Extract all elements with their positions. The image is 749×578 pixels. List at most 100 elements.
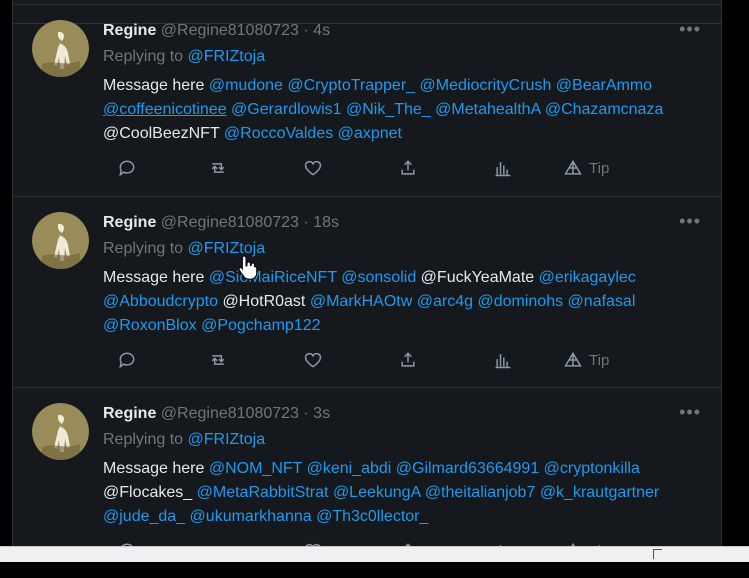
- replying-to-line: Replying to @FRIZtoja: [103, 431, 265, 449]
- mention-link[interactable]: @theitalianjob7: [425, 484, 536, 501]
- replying-to-line: Replying to @FRIZtoja: [103, 48, 265, 66]
- tweet-text: Message here @SioMaiRiceNFT @sonsolid @F…: [103, 266, 711, 338]
- user-handle[interactable]: @Regine81080723: [161, 214, 299, 231]
- replying-label: Replying to: [103, 431, 184, 448]
- mention-link[interactable]: @Gerardlowis1: [231, 101, 342, 118]
- mention-link[interactable]: @jude_da_: [103, 508, 185, 525]
- replying-label: Replying to: [103, 48, 184, 65]
- mention-link[interactable]: @CoolBeezNFT: [103, 125, 219, 142]
- timeline-feed: Regine @Regine81080723 · 4s ••• Replying…: [12, 0, 722, 560]
- action-bar: Tip: [103, 349, 663, 373]
- tip-icon: [564, 159, 582, 175]
- separator-dot: ·: [303, 214, 309, 231]
- share-icon: [401, 160, 415, 175]
- retweet-button[interactable]: [208, 349, 228, 371]
- mention-link[interactable]: @dominohs: [477, 293, 563, 310]
- mention-link[interactable]: @MarkHAOtw: [310, 293, 412, 310]
- tweet[interactable]: Regine @Regine81080723 · 18s ••• Replyin…: [13, 196, 721, 387]
- more-icon[interactable]: •••: [679, 19, 701, 40]
- share-button[interactable]: [398, 349, 418, 371]
- action-bar: Tip: [103, 157, 663, 181]
- tip-icon: [564, 351, 582, 367]
- mention-link[interactable]: @sonsolid: [341, 269, 416, 286]
- mention-link[interactable]: @HotR0ast: [222, 293, 305, 310]
- share-icon: [401, 352, 415, 367]
- mention-link[interactable]: @Chazamcnaza: [545, 101, 664, 118]
- reply-button[interactable]: [117, 349, 137, 371]
- hand-cursor-icon: [238, 255, 258, 280]
- mention-link[interactable]: @LeekungA: [333, 484, 420, 501]
- mention-link[interactable]: @RoccoValdes: [224, 125, 333, 142]
- mention-link[interactable]: @MetahealthA: [435, 101, 540, 118]
- resize-mark: [653, 549, 662, 559]
- avatar[interactable]: [32, 212, 89, 269]
- more-icon[interactable]: •••: [679, 211, 701, 232]
- mention-link[interactable]: @keni_abdi: [307, 460, 392, 477]
- display-name[interactable]: Regine: [103, 405, 156, 422]
- tweet-text: Message here @NOM_NFT @keni_abdi @Gilmar…: [103, 457, 711, 529]
- tip-label: Tip: [589, 351, 610, 369]
- display-name[interactable]: Regine: [103, 22, 156, 39]
- mention-link[interactable]: @FuckYeaMate: [421, 269, 534, 286]
- mention-link[interactable]: @cryptonkilla: [544, 460, 640, 477]
- like-button[interactable]: [303, 157, 323, 179]
- analytics-button[interactable]: [493, 157, 513, 179]
- mention-link[interactable]: @k_krautgartner: [540, 484, 659, 501]
- mention-link[interactable]: @MetaRabbitStrat: [197, 484, 329, 501]
- reply-icon: [119, 352, 135, 369]
- analytics-icon: [495, 162, 511, 177]
- replying-to-link[interactable]: @FRIZtoja: [188, 48, 266, 65]
- mention-link[interactable]: @SioMaiRiceNFT: [209, 269, 337, 286]
- tip-button[interactable]: Tip: [563, 157, 609, 179]
- display-name[interactable]: Regine: [103, 214, 156, 231]
- timestamp[interactable]: 4s: [313, 22, 330, 39]
- message-text: Message here: [103, 269, 205, 286]
- window-bottom-edge: [0, 546, 749, 562]
- mention-link[interactable]: @coffeenicotinee: [103, 101, 227, 118]
- more-icon[interactable]: •••: [679, 402, 701, 423]
- user-handle[interactable]: @Regine81080723: [161, 22, 299, 39]
- mention-link[interactable]: @arc4g: [417, 293, 473, 310]
- like-button[interactable]: [303, 349, 323, 371]
- mention-link[interactable]: @ukumarkhanna: [190, 508, 312, 525]
- tip-button[interactable]: Tip: [563, 349, 609, 371]
- mention-link[interactable]: @Pogchamp122: [201, 317, 320, 334]
- share-button[interactable]: [398, 157, 418, 179]
- avatar[interactable]: [32, 20, 89, 77]
- replying-to-link[interactable]: @FRIZtoja: [188, 431, 266, 448]
- mention-link[interactable]: @Abboudcrypto: [103, 293, 218, 310]
- separator-dot: ·: [303, 405, 309, 422]
- reply-icon: [119, 160, 135, 177]
- mention-link[interactable]: @Gilmard63664991: [396, 460, 539, 477]
- mention-link[interactable]: @axpnet: [338, 125, 402, 142]
- mention-link[interactable]: @Th3c0llector_: [316, 508, 428, 525]
- mention-link[interactable]: @CryptoTrapper_: [287, 77, 415, 94]
- mention-link[interactable]: @mudone: [209, 77, 283, 94]
- user-handle[interactable]: @Regine81080723: [161, 405, 299, 422]
- mention-link[interactable]: @RoxonBlox: [103, 317, 197, 334]
- analytics-icon: [495, 354, 511, 369]
- tip-label: Tip: [589, 159, 610, 177]
- like-icon: [304, 160, 322, 176]
- mention-link[interactable]: @NOM_NFT: [209, 460, 302, 477]
- timestamp[interactable]: 3s: [313, 405, 330, 422]
- tweet[interactable]: Regine @Regine81080723 · 4s ••• Replying…: [13, 4, 721, 195]
- mention-link[interactable]: @nafasal: [568, 293, 636, 310]
- timestamp[interactable]: 18s: [313, 214, 339, 231]
- mention-link[interactable]: @Flocakes_: [103, 484, 192, 501]
- mention-link[interactable]: @MediocrityCrush: [420, 77, 552, 94]
- avatar[interactable]: [32, 403, 89, 460]
- retweet-button[interactable]: [208, 157, 228, 179]
- replying-label: Replying to: [103, 240, 184, 257]
- retweet-icon: [211, 163, 225, 173]
- analytics-button[interactable]: [493, 349, 513, 371]
- mention-link[interactable]: @erikagaylec: [539, 269, 636, 286]
- reply-button[interactable]: [117, 157, 137, 179]
- mention-link[interactable]: @Nik_The_: [346, 101, 431, 118]
- tweet-text: Message here @mudone @CryptoTrapper_ @Me…: [103, 74, 711, 146]
- message-text: Message here: [103, 460, 205, 477]
- retweet-icon: [211, 355, 225, 365]
- message-text: Message here: [103, 77, 205, 94]
- separator-dot: ·: [303, 22, 309, 39]
- mention-link[interactable]: @BearAmmo: [556, 77, 652, 94]
